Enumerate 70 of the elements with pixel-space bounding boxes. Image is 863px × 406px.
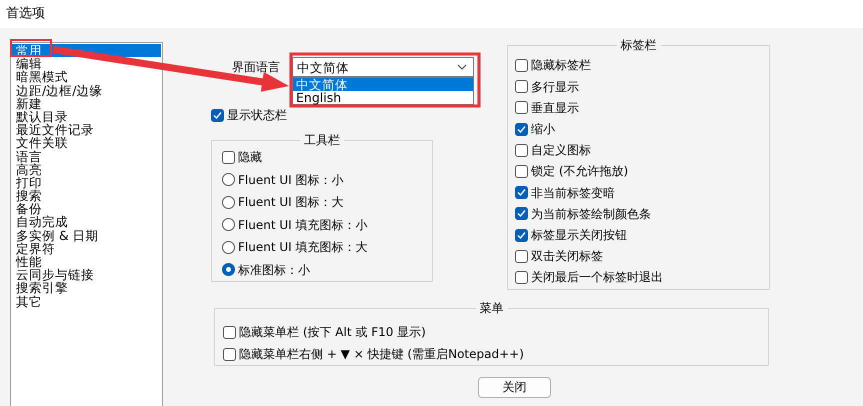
- option-label: 标签显示关闭按钮: [531, 228, 627, 242]
- option-label: 关闭最后一个标签时退出: [531, 270, 663, 285]
- category-item[interactable]: 定界符: [12, 242, 55, 255]
- category-item[interactable]: 文件关联: [12, 136, 68, 150]
- option-label: 标准图标：小: [238, 262, 310, 277]
- option-label: Fluent UI 填充图标：小: [238, 218, 368, 232]
- chevron-down-icon: [457, 64, 467, 70]
- radio-button[interactable]: [222, 218, 235, 232]
- dropdown-option[interactable]: 中文简体: [293, 78, 473, 91]
- radio-button[interactable]: [222, 263, 235, 276]
- category-item[interactable]: 备份: [12, 202, 42, 216]
- checkbox[interactable]: [515, 59, 528, 72]
- category-item[interactable]: 云同步与链接: [12, 268, 94, 282]
- radio-button[interactable]: [222, 173, 235, 186]
- option-label: 锁定 (不允许拖放): [531, 164, 628, 179]
- option-label: 隐藏菜单栏 (按下 Alt 或 F10 显示): [239, 324, 426, 340]
- option-label: 垂直显示: [531, 100, 579, 116]
- category-item[interactable]: 新建: [12, 96, 42, 110]
- category-item[interactable]: 性能: [12, 255, 42, 268]
- checkbox[interactable]: [515, 101, 528, 114]
- option-label: 多行显示: [531, 80, 579, 94]
- checkbox[interactable]: [515, 122, 528, 136]
- radio-button[interactable]: [222, 240, 235, 254]
- category-item[interactable]: 搜索引擎: [12, 281, 68, 295]
- option-label: 显示状态栏: [227, 108, 287, 122]
- category-item[interactable]: 其它: [12, 294, 42, 308]
- category-item[interactable]: 暗黑模式: [12, 70, 68, 84]
- category-item[interactable]: 高亮: [12, 162, 42, 176]
- option-label: Fluent UI 填充图标：大: [238, 240, 368, 254]
- option-label: 自定义图标: [531, 143, 591, 158]
- category-item[interactable]: 默认目录: [12, 110, 68, 124]
- close-button[interactable]: 关闭: [478, 377, 551, 398]
- checkbox[interactable]: [211, 108, 224, 122]
- category-item[interactable]: 多实例 & 日期: [12, 228, 99, 242]
- window-title: 首选项: [6, 6, 45, 21]
- option-label: Fluent UI 图标：大: [238, 195, 344, 210]
- checkbox[interactable]: [223, 326, 236, 338]
- radio-button[interactable]: [222, 196, 235, 209]
- checkbox[interactable]: [515, 250, 528, 263]
- option-label: 隐藏菜单栏右侧 + ▼ × 快捷键 (需重启Notepad++): [239, 346, 524, 362]
- highlight-frame: [10, 39, 52, 57]
- option-label: Fluent UI 图标：小: [238, 172, 344, 187]
- category-item[interactable]: 最近文件记录: [12, 123, 94, 136]
- checkbox[interactable]: [222, 150, 235, 164]
- group-title: 标签栏: [616, 38, 660, 52]
- checkbox[interactable]: [515, 165, 528, 178]
- checkbox[interactable]: [515, 207, 528, 220]
- checkbox[interactable]: [515, 270, 528, 284]
- checkbox[interactable]: [515, 144, 528, 157]
- category-item[interactable]: 搜索: [12, 189, 42, 202]
- category-item[interactable]: 边距/边框/边缘: [12, 84, 102, 97]
- checkbox[interactable]: [515, 228, 528, 242]
- dropdown-option[interactable]: English: [293, 91, 473, 104]
- group-title: 工具栏: [300, 133, 344, 147]
- checkbox[interactable]: [515, 186, 528, 200]
- language-dropdown[interactable]: 中文简体: [292, 57, 474, 77]
- option-label: 缩小: [531, 122, 555, 136]
- option-label: 双击关闭标签: [531, 249, 603, 264]
- group-title: 菜单: [476, 301, 508, 315]
- category-item[interactable]: 自动完成: [12, 215, 68, 229]
- option-label: 隐藏标签栏: [531, 58, 591, 73]
- checkbox[interactable]: [515, 80, 528, 94]
- category-item[interactable]: 编辑: [12, 57, 42, 70]
- option-label: 隐藏: [238, 150, 262, 164]
- checkbox[interactable]: [223, 348, 236, 360]
- option-label: 非当前标签变暗: [531, 186, 615, 200]
- language-label: 界面语言: [232, 60, 280, 74]
- category-item[interactable]: 打印: [12, 176, 42, 190]
- option-label: 为当前标签绘制颜色条: [531, 206, 651, 222]
- category-item[interactable]: 语言: [12, 150, 42, 163]
